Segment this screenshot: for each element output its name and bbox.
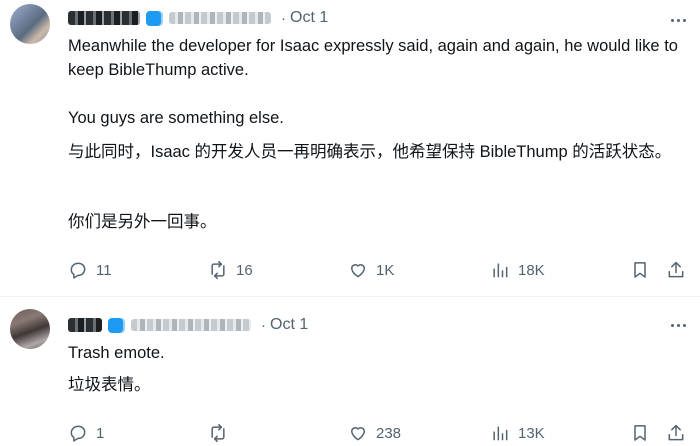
repost-button[interactable]: 16 <box>208 258 253 282</box>
share-button[interactable] <box>666 421 694 445</box>
view-count: 18K <box>518 261 545 279</box>
reply-button[interactable]: 1 <box>68 421 104 445</box>
post-date[interactable]: Oct 1 <box>270 316 308 334</box>
post-paragraph: Trash emote. <box>68 344 165 362</box>
display-name-redacted[interactable] <box>68 11 140 25</box>
heart-icon <box>351 264 365 278</box>
like-count: 238 <box>376 424 402 442</box>
like-count: 1K <box>376 261 395 279</box>
post-date[interactable]: Oct 1 <box>290 9 328 27</box>
share-button[interactable] <box>666 258 694 282</box>
speech-bubble-icon <box>70 262 86 279</box>
bookmark-icon <box>634 425 646 441</box>
reply-button[interactable]: 11 <box>68 258 112 282</box>
repost-count: 16 <box>236 261 253 279</box>
handle-redacted[interactable] <box>169 12 271 24</box>
separator-dot: · <box>261 316 266 334</box>
post-text: 与此同时，Isaac 的开发人员一再明确表示，他希望保持 BibleThump … <box>68 140 680 164</box>
reply-count: 1 <box>96 424 105 442</box>
verified-badge-icon <box>108 317 123 333</box>
like-button[interactable]: 238 <box>348 421 401 445</box>
like-button[interactable]: 1K <box>348 258 394 282</box>
bar-chart-icon <box>493 263 508 278</box>
heart-icon <box>351 427 365 441</box>
more-dots-icon[interactable] <box>666 315 690 335</box>
post-paragraph: 垃圾表情。 <box>68 376 151 394</box>
repost-arrows-icon <box>211 260 225 280</box>
post[interactable]: · Oct 1 Meanwhile the developer for Isaa… <box>0 0 700 296</box>
post-text: 你们是另外一回事。 <box>68 210 680 234</box>
post-header: · Oct 1 <box>68 313 308 337</box>
avatar[interactable] <box>10 309 50 349</box>
view-count: 13K <box>518 424 545 442</box>
more-dots-icon[interactable] <box>666 10 690 30</box>
action-bar: 11 16 1K 18K <box>62 258 690 282</box>
post-text: Meanwhile the developer for Isaac expres… <box>68 34 680 82</box>
post[interactable]: · Oct 1 Trash emote. 垃圾表情。 1 238 13K <box>0 296 700 446</box>
reply-count: 11 <box>96 261 112 279</box>
post-paragraph: You guys are something else. <box>68 109 284 127</box>
views-button[interactable]: 18K <box>490 258 545 282</box>
post-paragraph: 与此同时，Isaac 的开发人员一再明确表示，他希望保持 BibleThump … <box>68 143 672 161</box>
avatar[interactable] <box>10 4 50 44</box>
repost-button[interactable] <box>208 421 236 445</box>
separator-dot: · <box>281 9 286 27</box>
bookmark-button[interactable] <box>630 258 658 282</box>
display-name-redacted[interactable] <box>68 318 102 332</box>
bookmark-icon <box>634 262 646 278</box>
post-text: 垃圾表情。 <box>68 373 680 397</box>
repost-arrows-icon <box>211 423 225 443</box>
bar-chart-icon <box>493 426 508 441</box>
bookmark-button[interactable] <box>630 421 658 445</box>
handle-redacted[interactable] <box>131 319 251 331</box>
post-paragraph: 你们是另外一回事。 <box>68 213 217 231</box>
post-paragraph: Meanwhile the developer for Isaac expres… <box>68 37 678 79</box>
speech-bubble-icon <box>70 425 86 442</box>
views-button[interactable]: 13K <box>490 421 545 445</box>
post-header: · Oct 1 <box>68 6 328 30</box>
post-text: Trash emote. <box>68 341 680 365</box>
share-upload-icon <box>668 261 684 278</box>
action-bar: 1 238 13K <box>62 421 690 445</box>
post-text: You guys are something else. <box>68 106 680 130</box>
verified-badge-icon <box>146 10 161 26</box>
share-upload-icon <box>668 424 684 441</box>
